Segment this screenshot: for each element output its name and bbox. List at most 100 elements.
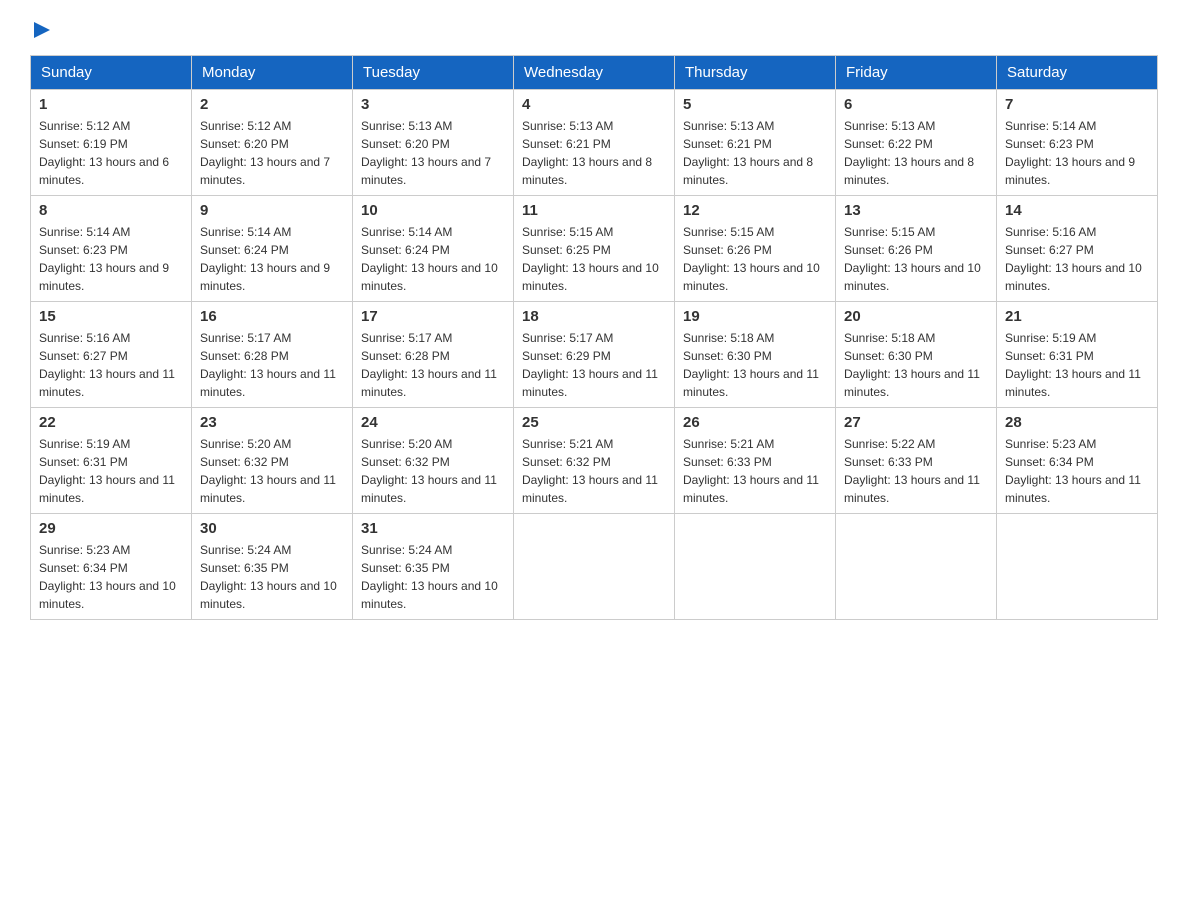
- calendar-cell: 15 Sunrise: 5:16 AM Sunset: 6:27 PM Dayl…: [31, 302, 192, 408]
- col-thursday: Thursday: [675, 56, 836, 90]
- day-info: Sunrise: 5:20 AM Sunset: 6:32 PM Dayligh…: [200, 435, 344, 507]
- col-sunday: Sunday: [31, 56, 192, 90]
- calendar-cell: 2 Sunrise: 5:12 AM Sunset: 6:20 PM Dayli…: [192, 90, 353, 196]
- calendar-cell: 22 Sunrise: 5:19 AM Sunset: 6:31 PM Dayl…: [31, 408, 192, 514]
- calendar-cell: 23 Sunrise: 5:20 AM Sunset: 6:32 PM Dayl…: [192, 408, 353, 514]
- day-info: Sunrise: 5:19 AM Sunset: 6:31 PM Dayligh…: [39, 435, 183, 507]
- day-info: Sunrise: 5:15 AM Sunset: 6:25 PM Dayligh…: [522, 223, 666, 295]
- col-wednesday: Wednesday: [514, 56, 675, 90]
- day-info: Sunrise: 5:13 AM Sunset: 6:22 PM Dayligh…: [844, 117, 988, 189]
- day-number: 2: [200, 96, 344, 113]
- day-number: 29: [39, 520, 183, 537]
- calendar-cell: 3 Sunrise: 5:13 AM Sunset: 6:20 PM Dayli…: [353, 90, 514, 196]
- calendar-cell: 27 Sunrise: 5:22 AM Sunset: 6:33 PM Dayl…: [836, 408, 997, 514]
- col-saturday: Saturday: [997, 56, 1158, 90]
- calendar-cell: 17 Sunrise: 5:17 AM Sunset: 6:28 PM Dayl…: [353, 302, 514, 408]
- calendar-cell: 30 Sunrise: 5:24 AM Sunset: 6:35 PM Dayl…: [192, 514, 353, 620]
- page-header: [30, 20, 1158, 45]
- day-number: 11: [522, 202, 666, 219]
- day-info: Sunrise: 5:13 AM Sunset: 6:20 PM Dayligh…: [361, 117, 505, 189]
- day-number: 9: [200, 202, 344, 219]
- calendar-cell: 18 Sunrise: 5:17 AM Sunset: 6:29 PM Dayl…: [514, 302, 675, 408]
- calendar-cell: 19 Sunrise: 5:18 AM Sunset: 6:30 PM Dayl…: [675, 302, 836, 408]
- day-number: 30: [200, 520, 344, 537]
- week-row: 15 Sunrise: 5:16 AM Sunset: 6:27 PM Dayl…: [31, 302, 1158, 408]
- day-info: Sunrise: 5:16 AM Sunset: 6:27 PM Dayligh…: [1005, 223, 1149, 295]
- calendar-cell: [997, 514, 1158, 620]
- day-number: 16: [200, 308, 344, 325]
- week-row: 29 Sunrise: 5:23 AM Sunset: 6:34 PM Dayl…: [31, 514, 1158, 620]
- day-info: Sunrise: 5:20 AM Sunset: 6:32 PM Dayligh…: [361, 435, 505, 507]
- calendar-cell: 1 Sunrise: 5:12 AM Sunset: 6:19 PM Dayli…: [31, 90, 192, 196]
- day-number: 8: [39, 202, 183, 219]
- day-info: Sunrise: 5:17 AM Sunset: 6:28 PM Dayligh…: [200, 329, 344, 401]
- day-info: Sunrise: 5:14 AM Sunset: 6:23 PM Dayligh…: [1005, 117, 1149, 189]
- logo: [30, 20, 54, 45]
- day-info: Sunrise: 5:16 AM Sunset: 6:27 PM Dayligh…: [39, 329, 183, 401]
- day-info: Sunrise: 5:14 AM Sunset: 6:24 PM Dayligh…: [361, 223, 505, 295]
- calendar-cell: 10 Sunrise: 5:14 AM Sunset: 6:24 PM Dayl…: [353, 196, 514, 302]
- day-number: 25: [522, 414, 666, 431]
- calendar-cell: 20 Sunrise: 5:18 AM Sunset: 6:30 PM Dayl…: [836, 302, 997, 408]
- calendar-cell: [514, 514, 675, 620]
- calendar-cell: 16 Sunrise: 5:17 AM Sunset: 6:28 PM Dayl…: [192, 302, 353, 408]
- day-number: 15: [39, 308, 183, 325]
- calendar-cell: 21 Sunrise: 5:19 AM Sunset: 6:31 PM Dayl…: [997, 302, 1158, 408]
- col-monday: Monday: [192, 56, 353, 90]
- day-info: Sunrise: 5:24 AM Sunset: 6:35 PM Dayligh…: [361, 541, 505, 613]
- day-number: 1: [39, 96, 183, 113]
- day-number: 26: [683, 414, 827, 431]
- day-info: Sunrise: 5:19 AM Sunset: 6:31 PM Dayligh…: [1005, 329, 1149, 401]
- calendar-cell: 7 Sunrise: 5:14 AM Sunset: 6:23 PM Dayli…: [997, 90, 1158, 196]
- day-info: Sunrise: 5:13 AM Sunset: 6:21 PM Dayligh…: [683, 117, 827, 189]
- calendar-cell: 28 Sunrise: 5:23 AM Sunset: 6:34 PM Dayl…: [997, 408, 1158, 514]
- calendar-cell: 11 Sunrise: 5:15 AM Sunset: 6:25 PM Dayl…: [514, 196, 675, 302]
- day-number: 12: [683, 202, 827, 219]
- calendar-cell: 8 Sunrise: 5:14 AM Sunset: 6:23 PM Dayli…: [31, 196, 192, 302]
- day-info: Sunrise: 5:21 AM Sunset: 6:32 PM Dayligh…: [522, 435, 666, 507]
- calendar-cell: [675, 514, 836, 620]
- day-info: Sunrise: 5:14 AM Sunset: 6:23 PM Dayligh…: [39, 223, 183, 295]
- day-info: Sunrise: 5:15 AM Sunset: 6:26 PM Dayligh…: [683, 223, 827, 295]
- day-number: 17: [361, 308, 505, 325]
- day-info: Sunrise: 5:12 AM Sunset: 6:19 PM Dayligh…: [39, 117, 183, 189]
- day-number: 20: [844, 308, 988, 325]
- day-number: 3: [361, 96, 505, 113]
- day-info: Sunrise: 5:13 AM Sunset: 6:21 PM Dayligh…: [522, 117, 666, 189]
- day-info: Sunrise: 5:14 AM Sunset: 6:24 PM Dayligh…: [200, 223, 344, 295]
- day-info: Sunrise: 5:12 AM Sunset: 6:20 PM Dayligh…: [200, 117, 344, 189]
- day-info: Sunrise: 5:23 AM Sunset: 6:34 PM Dayligh…: [1005, 435, 1149, 507]
- calendar-table: Sunday Monday Tuesday Wednesday Thursday…: [30, 55, 1158, 620]
- col-friday: Friday: [836, 56, 997, 90]
- col-tuesday: Tuesday: [353, 56, 514, 90]
- calendar-cell: 14 Sunrise: 5:16 AM Sunset: 6:27 PM Dayl…: [997, 196, 1158, 302]
- day-number: 22: [39, 414, 183, 431]
- calendar-cell: 4 Sunrise: 5:13 AM Sunset: 6:21 PM Dayli…: [514, 90, 675, 196]
- day-number: 14: [1005, 202, 1149, 219]
- day-info: Sunrise: 5:17 AM Sunset: 6:29 PM Dayligh…: [522, 329, 666, 401]
- week-row: 22 Sunrise: 5:19 AM Sunset: 6:31 PM Dayl…: [31, 408, 1158, 514]
- day-info: Sunrise: 5:24 AM Sunset: 6:35 PM Dayligh…: [200, 541, 344, 613]
- day-info: Sunrise: 5:21 AM Sunset: 6:33 PM Dayligh…: [683, 435, 827, 507]
- days-header-row: Sunday Monday Tuesday Wednesday Thursday…: [31, 56, 1158, 90]
- logo-arrow-icon: [34, 20, 54, 40]
- day-info: Sunrise: 5:15 AM Sunset: 6:26 PM Dayligh…: [844, 223, 988, 295]
- day-number: 7: [1005, 96, 1149, 113]
- day-number: 24: [361, 414, 505, 431]
- day-number: 23: [200, 414, 344, 431]
- day-info: Sunrise: 5:23 AM Sunset: 6:34 PM Dayligh…: [39, 541, 183, 613]
- day-number: 28: [1005, 414, 1149, 431]
- calendar-cell: 26 Sunrise: 5:21 AM Sunset: 6:33 PM Dayl…: [675, 408, 836, 514]
- calendar-cell: 31 Sunrise: 5:24 AM Sunset: 6:35 PM Dayl…: [353, 514, 514, 620]
- calendar-cell: [836, 514, 997, 620]
- day-number: 27: [844, 414, 988, 431]
- day-info: Sunrise: 5:22 AM Sunset: 6:33 PM Dayligh…: [844, 435, 988, 507]
- week-row: 8 Sunrise: 5:14 AM Sunset: 6:23 PM Dayli…: [31, 196, 1158, 302]
- day-number: 13: [844, 202, 988, 219]
- calendar-cell: 6 Sunrise: 5:13 AM Sunset: 6:22 PM Dayli…: [836, 90, 997, 196]
- day-number: 6: [844, 96, 988, 113]
- day-info: Sunrise: 5:18 AM Sunset: 6:30 PM Dayligh…: [844, 329, 988, 401]
- day-number: 21: [1005, 308, 1149, 325]
- calendar-cell: 13 Sunrise: 5:15 AM Sunset: 6:26 PM Dayl…: [836, 196, 997, 302]
- day-info: Sunrise: 5:18 AM Sunset: 6:30 PM Dayligh…: [683, 329, 827, 401]
